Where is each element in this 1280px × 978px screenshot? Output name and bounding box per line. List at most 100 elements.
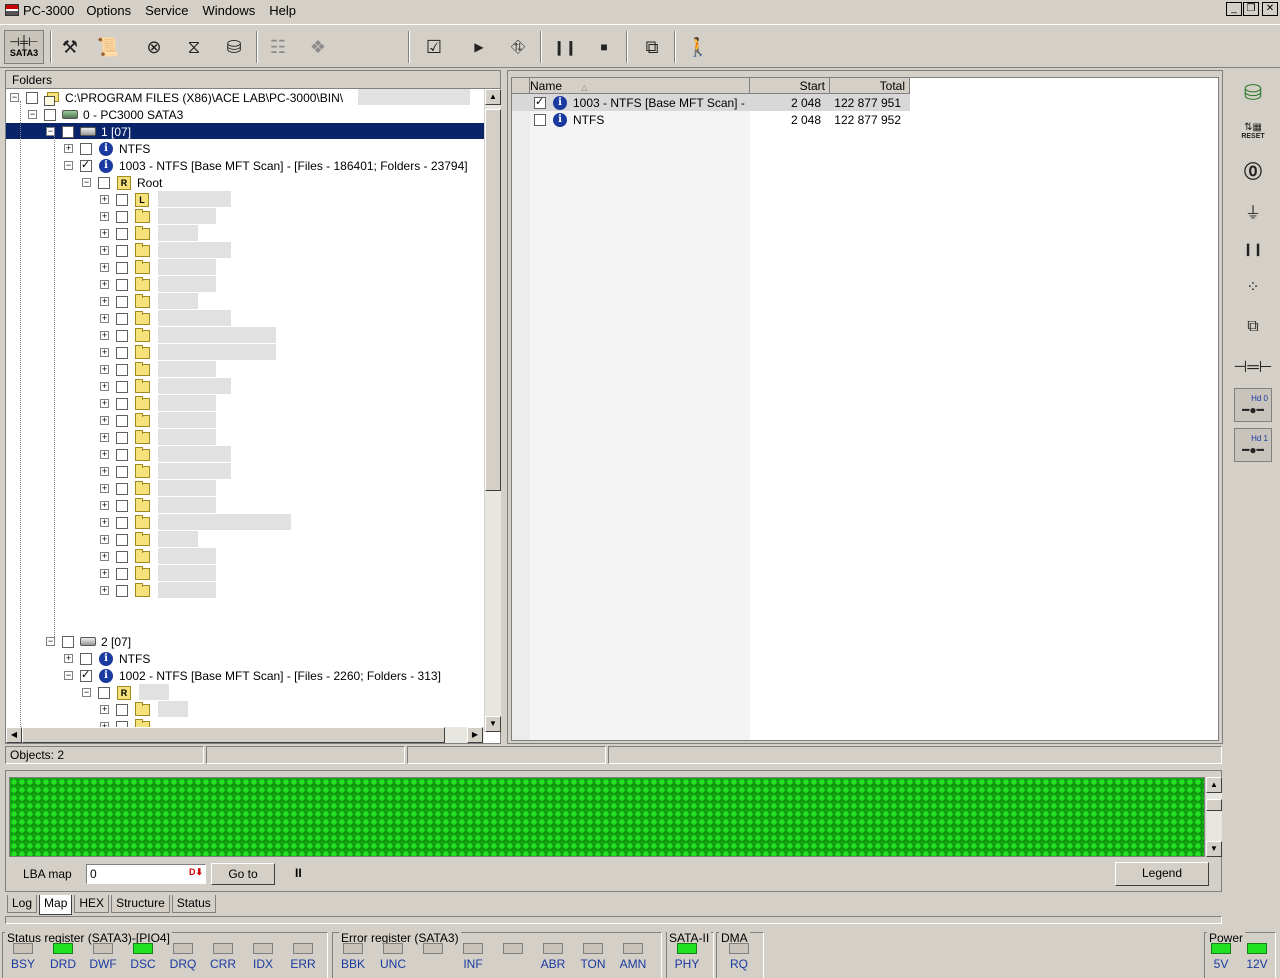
tab-log[interactable]: Log (7, 895, 38, 913)
expand-toggle[interactable]: + (100, 569, 109, 578)
expand-toggle[interactable]: + (100, 450, 109, 459)
expand-toggle[interactable]: + (100, 229, 109, 238)
tree-checkbox[interactable] (116, 261, 128, 274)
expand-toggle[interactable]: + (100, 535, 109, 544)
map-scrollbar[interactable]: ▲ ▼ (1205, 777, 1222, 857)
tree-row-ntfs1[interactable]: + i NTFS (64, 140, 150, 157)
tree-horizontal-scrollbar[interactable]: ◀ ▶ (6, 727, 484, 743)
database-icon[interactable]: ⛁ (1234, 76, 1272, 110)
head-1-button[interactable]: Hd 1 ━●━ (1234, 428, 1272, 462)
tree-row-subfolder[interactable]: + (100, 208, 155, 225)
expand-toggle[interactable]: + (100, 195, 109, 204)
expand-toggle[interactable]: + (64, 144, 73, 153)
tree-row-subfolder[interactable]: + (100, 480, 155, 497)
goto-button[interactable]: Go to (211, 863, 275, 885)
tree-row-subfolder[interactable]: + (100, 327, 155, 344)
tree-checkbox[interactable] (116, 278, 128, 291)
tree-row-scan2[interactable]: − i 1002 - NTFS [Base MFT Scan] - [Files… (64, 667, 441, 684)
tab-hex[interactable]: HEX (74, 895, 110, 913)
tree-row-subfolder[interactable]: + (100, 361, 155, 378)
close-button[interactable]: ✕ (1262, 2, 1278, 16)
tree-checkbox[interactable] (98, 176, 110, 189)
collapse-toggle[interactable]: − (28, 110, 37, 119)
tree-row-subfolder[interactable]: + (100, 412, 155, 429)
tree-checkbox[interactable] (116, 193, 128, 206)
expand-toggle[interactable]: + (100, 552, 109, 561)
tree-checkbox[interactable] (116, 533, 128, 546)
hscroll-thumb[interactable] (22, 727, 445, 743)
scroll-icon[interactable]: 📜 (92, 31, 124, 63)
tree-row-path[interactable]: − C:\PROGRAM FILES (X86)\ACE LAB\PC-3000… (10, 89, 343, 106)
expand-toggle[interactable]: + (100, 280, 109, 289)
tree-checkbox[interactable] (80, 158, 92, 172)
minimize-button[interactable]: _ (1226, 2, 1242, 16)
windows-icon[interactable]: ⧉ (636, 31, 668, 63)
pause-side-icon[interactable]: ❙❙ (1234, 232, 1272, 266)
tree-row-disk1[interactable]: − 1 [07] (46, 123, 131, 140)
tree-checkbox[interactable] (26, 91, 38, 104)
collapse-toggle[interactable]: − (64, 161, 73, 170)
tree-checkbox[interactable] (116, 431, 128, 444)
plug-icon[interactable]: ⊣═⊢ (1233, 350, 1272, 384)
tree-vertical-scrollbar[interactable]: ▲ ▼ (484, 89, 501, 732)
tree-checkbox[interactable] (116, 499, 128, 512)
sectors-icon[interactable]: ⁘ (1234, 270, 1272, 304)
menu-help[interactable]: Help (269, 3, 296, 18)
tools-icon[interactable]: ⚒ (54, 31, 86, 63)
map-pause-button[interactable]: II (295, 866, 302, 880)
head-0-button[interactable]: Hd 0 ━●━ (1234, 388, 1272, 422)
tree-row-subfolder[interactable]: + (100, 548, 155, 565)
tree-checkbox[interactable] (80, 668, 92, 682)
tree-row-subfolder[interactable]: + (100, 344, 155, 361)
folder-tree[interactable]: − C:\PROGRAM FILES (X86)\ACE LAB\PC-3000… (6, 89, 484, 732)
menu-service[interactable]: Service (145, 3, 188, 18)
expand-toggle[interactable]: + (100, 433, 109, 442)
expand-toggle[interactable]: + (100, 314, 109, 323)
tree-checkbox[interactable] (98, 686, 110, 699)
expand-toggle[interactable]: + (100, 586, 109, 595)
tree-row-subfolder[interactable]: + (100, 565, 155, 582)
tree-checkbox[interactable] (44, 108, 56, 121)
expand-toggle[interactable]: + (100, 399, 109, 408)
tree-row-root[interactable]: − R Root (82, 174, 162, 191)
tree-row-subfolder[interactable]: + (100, 293, 155, 310)
collapse-toggle[interactable]: − (46, 637, 55, 646)
tree-row-subfolder[interactable]: + (100, 514, 155, 531)
connect-icon[interactable]: ⏚ (1234, 194, 1272, 228)
collapse-toggle[interactable]: − (64, 671, 73, 680)
tree-checkbox[interactable] (116, 448, 128, 461)
tree-row-scan1[interactable]: − i 1003 - NTFS [Base MFT Scan] - [Files… (64, 157, 468, 174)
expand-toggle[interactable]: + (100, 365, 109, 374)
tree-checkbox[interactable] (80, 652, 92, 665)
tree-checkbox[interactable] (116, 584, 128, 597)
scroll-right-button[interactable]: ▶ (467, 727, 483, 743)
list-row[interactable]: i NTFS 2 048 122 877 952 (512, 111, 910, 128)
expand-toggle[interactable]: + (100, 484, 109, 493)
expand-toggle[interactable]: + (100, 416, 109, 425)
expand-toggle[interactable]: + (100, 297, 109, 306)
tree-checkbox[interactable] (116, 312, 128, 325)
expand-toggle[interactable]: + (100, 331, 109, 340)
reset-button[interactable]: ⇅▦ RESET (1234, 114, 1272, 148)
tree-row-subfolder[interactable]: + (100, 497, 155, 514)
tree-checkbox[interactable] (62, 125, 74, 138)
lba-input[interactable]: 0 D⬇ (86, 864, 206, 884)
scroll-left-button[interactable]: ◀ (6, 727, 22, 743)
tab-status[interactable]: Status (171, 895, 216, 913)
tree-row-subfolder[interactable]: + (100, 378, 155, 395)
expand-toggle[interactable]: + (100, 212, 109, 221)
lba-sector-map[interactable] (9, 777, 1205, 857)
tree-row-ntfs2[interactable]: + i NTFS (64, 650, 150, 667)
expand-toggle[interactable]: + (100, 501, 109, 510)
binoculars-icon[interactable]: ⊗ (138, 31, 170, 63)
tree-row-subfolder[interactable]: + (100, 310, 155, 327)
tree-row-subfolder[interactable]: + (100, 259, 155, 276)
tree-checkbox[interactable] (116, 550, 128, 563)
tree-row-subfolder[interactable]: + (100, 701, 155, 718)
hourglass-icon[interactable]: ⧖ (178, 31, 210, 63)
expand-toggle[interactable]: + (100, 467, 109, 476)
tab-structure[interactable]: Structure (111, 895, 170, 913)
tree-checkbox[interactable] (116, 516, 128, 529)
scroll-thumb[interactable] (1206, 799, 1222, 811)
tree-checkbox[interactable] (116, 414, 128, 427)
